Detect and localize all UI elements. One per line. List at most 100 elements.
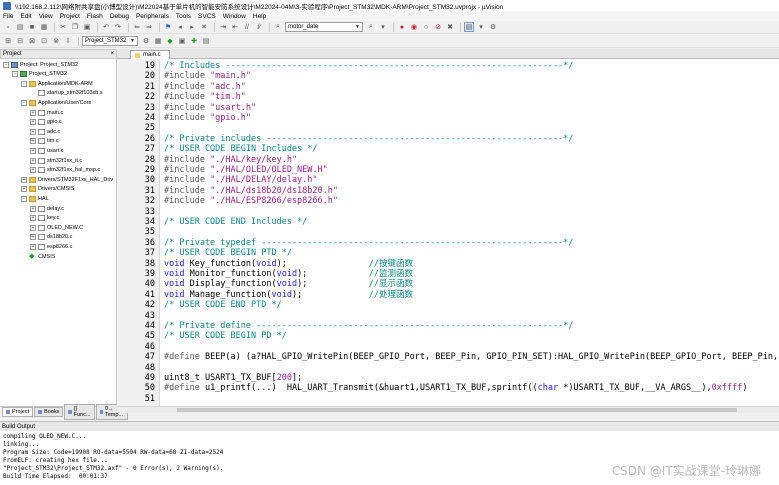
tree-item[interactable]: + esp8266.c — [30, 242, 72, 251]
code-line[interactable]: void Monitor_function(void); //监测函数 — [164, 269, 413, 279]
code-editor[interactable]: /* Includes ----------------------------… — [160, 59, 779, 406]
collapse-icon[interactable]: - — [21, 99, 27, 106]
tree-item[interactable]: - HAL — [21, 194, 49, 203]
panel-tab-2[interactable]: {} Func... — [64, 404, 96, 420]
code-line[interactable]: #include "adc.h" — [164, 82, 246, 92]
expand-icon[interactable]: + — [30, 224, 36, 231]
menu-peripherals[interactable]: Peripherals — [136, 13, 169, 20]
build-icon[interactable]: ⊟ — [15, 36, 25, 46]
menu-edit[interactable]: Edit — [20, 13, 31, 20]
tree-item[interactable]: ◆ CMSIS — [21, 252, 55, 261]
incremental-find-icon[interactable]: ▾ — [378, 22, 388, 32]
translate-icon[interactable]: ⊞ — [3, 36, 13, 46]
tree-item[interactable]: + delay.c — [30, 204, 64, 213]
code-line[interactable]: /* USER CODE BEGIN PD */ — [164, 331, 287, 341]
menu-file[interactable]: File — [3, 13, 13, 20]
expand-icon[interactable]: + — [30, 243, 36, 250]
code-line[interactable]: void Manage_function(void); //处理函数 — [164, 290, 413, 300]
clear-breakpoints-icon[interactable]: ⊘ — [433, 22, 443, 32]
code-line[interactable]: #include "./HAL/OLED/OLED_NEW.H" — [164, 165, 328, 175]
panel-tab-1[interactable]: Books — [34, 407, 64, 417]
code-line[interactable]: /* USER CODE END PTD */ — [164, 300, 282, 310]
tree-item[interactable]: + main.c — [30, 108, 63, 117]
indent-icon[interactable]: ⇥ — [218, 22, 228, 32]
code-line[interactable]: #include "./HAL/key/key.h" — [164, 155, 297, 165]
expand-icon[interactable]: + — [30, 167, 36, 174]
code-line[interactable]: #define u1_printf(...) HAL_UART_Transmit… — [164, 383, 747, 393]
expand-icon[interactable]: + — [30, 119, 36, 126]
menu-view[interactable]: View — [39, 13, 53, 20]
tree-item[interactable]: + usart.c — [30, 146, 64, 155]
expand-icon[interactable]: + — [30, 234, 36, 241]
download-icon[interactable]: ⇩ — [63, 36, 73, 46]
expand-icon[interactable]: + — [30, 109, 36, 116]
code-line[interactable]: /* Private define ----------------------… — [164, 321, 573, 331]
expand-icon[interactable]: + — [21, 176, 27, 183]
expand-icon[interactable]: + — [30, 215, 36, 222]
expand-icon[interactable]: + — [21, 186, 27, 193]
menu-svcs[interactable]: SVCS — [198, 13, 216, 20]
panel-tab-0[interactable]: Project — [2, 407, 34, 417]
collapse-icon[interactable]: - — [3, 61, 9, 68]
configure-icon[interactable]: ⚙ — [488, 22, 498, 32]
undo-icon[interactable]: ↶ — [101, 22, 111, 32]
window-layout-icon[interactable]: ▤ — [464, 22, 474, 32]
collapse-icon[interactable]: - — [12, 71, 18, 78]
tree-item[interactable]: + Drivers/STM32F1xx_HAL_Driv — [21, 175, 113, 184]
find-combo[interactable]: motor_date ▼ — [285, 22, 363, 32]
menu-help[interactable]: Help — [253, 13, 266, 20]
collapse-icon[interactable]: - — [21, 80, 27, 87]
code-line[interactable]: /* Private includes --------------------… — [164, 134, 573, 144]
code-line[interactable]: /* USER CODE END Includes */ — [164, 217, 307, 227]
scrollbar-thumb[interactable] — [177, 408, 737, 412]
menu-tools[interactable]: Tools — [176, 13, 191, 20]
kill-breakpoints-icon[interactable]: ✖ — [445, 22, 455, 32]
code-line[interactable]: #include "./HAL/ds18b20/ds18b20.h" — [164, 186, 338, 196]
save-icon[interactable]: ■ — [27, 22, 37, 32]
expand-icon[interactable]: + — [30, 147, 36, 154]
tab-main-c[interactable]: main.c — [130, 50, 170, 59]
next-bookmark-icon[interactable]: ▸ — [187, 22, 197, 32]
code-line[interactable]: /* USER CODE BEGIN PTD */ — [164, 248, 292, 258]
open-file-icon[interactable]: ▤ — [15, 22, 25, 32]
manage-components-icon[interactable]: ◆ — [165, 36, 175, 46]
horizontal-scrollbar[interactable] — [117, 406, 779, 413]
tree-item[interactable]: + Drivers/CMSIS — [21, 185, 74, 194]
expand-icon[interactable]: + — [30, 157, 36, 164]
tree-item[interactable]: + ds18b20.c — [30, 233, 72, 242]
target-combo[interactable]: Project_STM32 ▼ — [82, 36, 138, 46]
paste-icon[interactable]: ▣ — [82, 22, 92, 32]
code-line[interactable]: /* USER CODE BEGIN Includes */ — [164, 144, 318, 154]
tree-item[interactable]: + stm32f1xx_hal_msp.c — [30, 166, 100, 175]
copy-icon[interactable]: ❐ — [70, 22, 80, 32]
code-line[interactable]: uint8_t USART1_TX_BUF[200]; — [164, 373, 302, 383]
code-line[interactable]: void Display_function(void); //显示函数 — [164, 279, 413, 289]
expand-icon[interactable]: + — [30, 138, 36, 145]
uncomment-icon[interactable]: /⁄ — [254, 22, 264, 32]
navigate-forward-icon[interactable]: ⇒ — [144, 22, 154, 32]
tree-item[interactable]: + stm32f1xx_it.c — [30, 156, 82, 165]
navigate-back-icon[interactable]: ⇐ — [132, 22, 142, 32]
code-line[interactable]: #include "tim.h" — [164, 92, 246, 102]
rebuild-icon[interactable]: ⊠ — [27, 36, 37, 46]
new-file-icon[interactable]: ▫ — [3, 22, 13, 32]
tree-item[interactable]: + gpio.c — [30, 118, 62, 127]
tree-item[interactable]: + adc.c — [30, 127, 60, 136]
code-line[interactable]: #include "./HAL/ESP8266/esp8266.h" — [164, 196, 338, 206]
runtime-environment-icon[interactable]: ▤ — [201, 36, 211, 46]
code-line[interactable]: /* Private typedef ---------------------… — [164, 238, 573, 248]
menu-window[interactable]: Window — [223, 13, 246, 20]
tree-item[interactable]: + key.c — [30, 214, 59, 223]
batch-build-icon[interactable]: ⊡ — [39, 36, 49, 46]
find-in-files-icon[interactable]: ⌕ — [273, 22, 283, 32]
find-icon[interactable]: ⌕ — [366, 22, 376, 32]
expand-icon[interactable]: + — [30, 205, 36, 212]
code-line[interactable]: #define BEEP(a) (a?HAL_GPIO_WritePin(BEE… — [164, 352, 779, 362]
menu-debug[interactable]: Debug — [110, 13, 129, 20]
tree-item[interactable]: - Application/User/Core — [21, 98, 92, 107]
code-line[interactable]: #include "./HAL/DELAY/delay.h" — [164, 175, 318, 185]
code-line[interactable]: #include "main.h" — [164, 71, 251, 81]
cut-icon[interactable]: ✂ — [58, 22, 68, 32]
debug-session-icon[interactable]: ● — [397, 22, 407, 32]
manage-packs-icon[interactable]: ▣ — [177, 36, 187, 46]
